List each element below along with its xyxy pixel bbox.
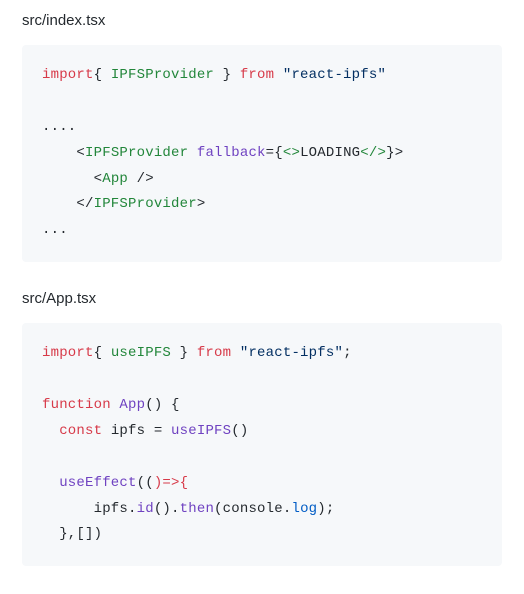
fn-call: useEffect [59,475,136,491]
jsx-attr: fallback [197,145,266,161]
var: ipfs [111,423,145,439]
code-block-2: import{ useIPFS } from "react-ipfs"; fun… [22,323,502,566]
jsx-tag: App [102,171,128,187]
tag-open: < [76,145,85,161]
frag-close: </> [360,145,386,161]
file-label-1: src/index.tsx [22,12,502,29]
ellipsis: .... [42,119,76,135]
obj: ipfs [94,501,128,517]
document-root: src/index.tsx import{ IPFSProvider } fro… [0,0,524,566]
fn-name: App [119,397,145,413]
jsx-tag: IPFSProvider [85,145,188,161]
kw-import: import [42,67,94,83]
method: id [137,501,154,517]
kw-function: function [42,397,111,413]
tag-close: /> [128,171,154,187]
brace: { [94,67,111,83]
ident: useIPFS [111,345,171,361]
kw-from: from [231,67,283,83]
code-block-1: import{ IPFSProvider } from "react-ipfs"… [22,45,502,262]
tag-open: < [94,171,103,187]
string: "react-ipfs" [283,67,386,83]
text: LOADING [300,145,360,161]
kw-import: import [42,345,94,361]
ellipsis: ... [42,222,68,238]
kw-const: const [59,423,102,439]
frag-open: <> [283,145,300,161]
ident: IPFSProvider [111,67,214,83]
file-label-2: src/App.tsx [22,290,502,307]
string: "react-ipfs" [240,345,343,361]
fn-call: useIPFS [171,423,231,439]
kw-from: from [188,345,240,361]
tag-open: </ [76,196,93,212]
jsx-tag: IPFSProvider [94,196,197,212]
line: },[]) [42,526,102,542]
builtin: log [291,501,317,517]
brace: } [214,67,231,83]
method: then [180,501,214,517]
tag-close: > [197,196,206,212]
